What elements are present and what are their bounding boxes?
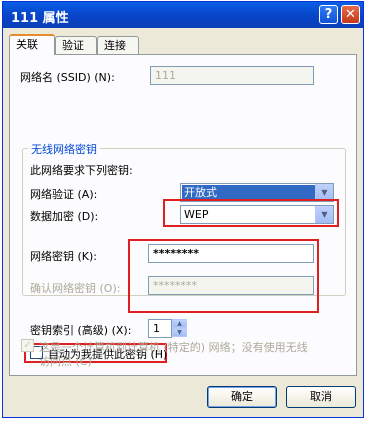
encryption-select[interactable]: WEP ▼ [180, 205, 334, 224]
spin-down-icon[interactable]: ▼ [172, 328, 187, 337]
key-label: 网络密钥 (K): [30, 250, 97, 263]
adhoc-label-line2: 访问点 (C) [39, 355, 92, 368]
help-button[interactable]: ? [319, 5, 338, 24]
tab-association[interactable]: 关联 [9, 34, 55, 55]
key-index-input[interactable]: 1 [148, 319, 172, 338]
group-intro: 此网络要求下列密钥: [30, 164, 133, 177]
title-bar[interactable]: 111 属性 ? ✕ [3, 2, 363, 28]
ok-button[interactable]: 确定 [207, 386, 277, 408]
properties-window: 111 属性 ? ✕ 关联 验证 连接 网络名 (SSID) (N): 111 … [2, 1, 364, 418]
close-button[interactable]: ✕ [341, 5, 360, 24]
adhoc-checkbox[interactable]: ✓ [21, 339, 34, 352]
ssid-input[interactable]: 111 [150, 66, 314, 85]
tab-connection[interactable]: 连接 [97, 36, 139, 54]
tab-panel: 网络名 (SSID) (N): 111 无线网络密钥 此网络要求下列密钥: 网络… [9, 54, 357, 376]
encryption-selected-value: WEP [184, 208, 209, 221]
auth-selected-value: 开放式 [182, 185, 316, 200]
tab-authentication[interactable]: 验证 [55, 36, 97, 54]
group-legend: 无线网络密钥 [28, 141, 100, 157]
help-icon: ? [324, 7, 333, 22]
key-index-spinner[interactable]: ▲ ▼ [172, 319, 187, 338]
close-icon: ✕ [345, 7, 356, 22]
network-key-input[interactable]: ******** [148, 244, 314, 263]
key-index-label: 密钥索引 (高级) (X): [30, 324, 132, 337]
window-title: 111 属性 [11, 11, 69, 26]
cancel-button[interactable]: 取消 [286, 386, 356, 408]
ssid-label: 网络名 (SSID) (N): [20, 71, 115, 84]
encryption-label: 数据加密 (D): [30, 210, 99, 223]
confirm-key-input[interactable]: ******** [148, 276, 314, 295]
spin-up-icon[interactable]: ▲ [172, 319, 187, 328]
confirm-key-label: 确认网络密钥 (O): [30, 282, 121, 295]
chevron-down-icon[interactable]: ▼ [315, 206, 333, 223]
auth-label: 网络验证 (A): [30, 188, 98, 201]
